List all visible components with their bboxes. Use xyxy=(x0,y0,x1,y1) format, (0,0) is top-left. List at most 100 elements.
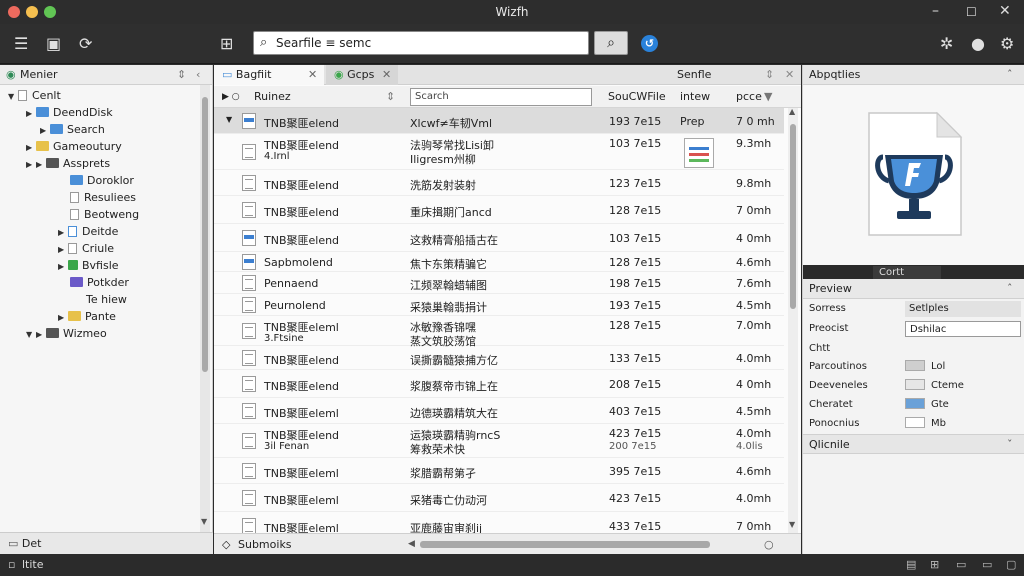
printer-icon[interactable]: ▤ xyxy=(906,554,916,576)
expand-icon[interactable]: ▶ ○ xyxy=(222,86,240,108)
list-scrollbar[interactable]: ▲ ▼ xyxy=(788,107,798,533)
table-row[interactable]: TNB聚匪eleml 浆腊霸帮第孑 395 7e15 4.6mh xyxy=(214,458,784,484)
table-row[interactable]: Pennaend 江频翠翰蜡辅图 198 7e15 7.6mh xyxy=(214,272,784,294)
horizontal-scroll-thumb[interactable] xyxy=(420,541,710,548)
refresh-icon[interactable]: ⟳ xyxy=(79,34,92,54)
column-size[interactable]: SouCWFile xyxy=(608,86,666,108)
grid-icon[interactable]: ⊞ xyxy=(220,34,233,54)
tree-item[interactable]: ▶ Gameoutury xyxy=(26,138,122,155)
sort-icon[interactable]: ⇕ xyxy=(386,86,395,108)
column-time[interactable]: pcce xyxy=(736,86,762,108)
table-row[interactable]: Sapbmolend 焦卞东策精骗它 128 7e15 4.6mh xyxy=(214,252,784,272)
chevron-down-icon[interactable]: ˇ xyxy=(1007,435,1013,455)
panel-icon[interactable]: ▭ xyxy=(982,554,992,576)
tree-item[interactable]: Te hiew xyxy=(86,291,127,308)
table-row[interactable]: TNB聚匪eleml 3.Ftsine 冰敏豫香锦嘿 蒸文筑胶荡馆 128 7e15 7.… xyxy=(214,316,784,348)
color-swatch[interactable] xyxy=(905,398,925,409)
table-row[interactable]: ▼ TNB聚匪elend Xlcwf≠车韧Vml 193 7e15 Prep 7 0 mh xyxy=(214,108,784,134)
close-tab-icon[interactable]: ✕ xyxy=(382,65,391,85)
tools-icon[interactable]: ✲ xyxy=(940,34,953,54)
preview-section-header[interactable]: Preview ˆ xyxy=(803,279,1024,299)
color-prop-value[interactable]: Lol xyxy=(905,359,945,375)
tree-item[interactable]: ▶ Pante xyxy=(58,308,116,325)
chevron-up-icon[interactable]: ˆ xyxy=(1007,279,1013,299)
user-icon[interactable]: ● xyxy=(971,34,985,54)
gear-icon[interactable]: ○ xyxy=(764,534,774,555)
table-row[interactable]: Peurnolend 采猿巢翰翡捐计 193 7e15 4.5mh xyxy=(214,294,784,316)
file-icon xyxy=(242,275,256,291)
filter-icon[interactable]: ▼ xyxy=(764,86,772,108)
scroll-left-icon[interactable]: ◀ xyxy=(408,534,415,555)
table-row[interactable]: TNB聚匪eleml 边德瑛霸精筑大在 403 7e15 4.5mh xyxy=(214,398,784,424)
tab-senfle[interactable]: Senfle ⇕ ✕ xyxy=(669,65,801,85)
color-swatch[interactable] xyxy=(905,417,925,428)
tab-gcps[interactable]: ◉ Gcps ✕ xyxy=(326,65,398,85)
table-row[interactable]: TNB聚匪elend 浆腹蔡帝市锦上在 208 7e15 4 0mh xyxy=(214,370,784,398)
scroll-thumb[interactable] xyxy=(790,124,796,309)
tree-item[interactable]: ▼ ▶ Wizmeo xyxy=(26,325,107,342)
tree-item[interactable]: ▶ Search xyxy=(40,121,105,138)
tree-item[interactable]: Resuliees xyxy=(70,189,136,206)
table-row[interactable]: TNB聚匪elend 洗筋发射装射 123 7e15 9.8mh xyxy=(214,170,784,196)
tree-item[interactable]: ▶ DeendDisk xyxy=(26,104,113,121)
search-button[interactable]: ⌕ xyxy=(594,31,628,55)
tree-item[interactable]: Doroklor xyxy=(70,172,134,189)
sidebar-scrollbar[interactable]: ▼ xyxy=(200,85,210,532)
tree-item[interactable]: ▼ Cenlt xyxy=(8,87,61,104)
collapse-icon[interactable]: ‹ xyxy=(196,65,200,85)
grid-view-icon[interactable]: ⊞ xyxy=(930,554,939,576)
tree-item[interactable]: ▶ Deitde xyxy=(58,223,118,240)
search-input[interactable] xyxy=(276,35,576,51)
folder-icon xyxy=(36,141,49,151)
tree-item[interactable]: ▶ Criule xyxy=(58,240,114,257)
split-icon[interactable]: ▢ xyxy=(1006,554,1016,576)
prop-input[interactable]: Dshilac xyxy=(905,321,1021,337)
tab-cortt[interactable]: Cortt xyxy=(873,266,941,279)
list-view-icon[interactable]: ▭ xyxy=(956,554,966,576)
color-swatch[interactable] xyxy=(905,379,925,390)
prop-value[interactable]: Setlples xyxy=(905,301,1021,317)
menu-icon[interactable]: ☰ xyxy=(14,34,28,54)
pin-icon[interactable]: ⇕ xyxy=(177,65,186,85)
column-type[interactable]: intew xyxy=(680,86,710,108)
close-tab-icon[interactable]: ✕ xyxy=(308,65,317,85)
tree-item[interactable]: ▶ ▶ Assprets xyxy=(26,155,110,172)
sync-icon[interactable]: ↺ xyxy=(641,35,658,52)
scroll-down-icon[interactable]: ▼ xyxy=(789,520,795,529)
tree-item[interactable]: Beotweng xyxy=(70,206,139,223)
tree-item[interactable]: ▶ Bvfisle xyxy=(58,257,119,274)
table-row[interactable]: TNB聚匪elend 误撕霸髓猿捕方亿 133 7e15 4.0mh xyxy=(214,346,784,370)
pin-icon[interactable]: ⇕ xyxy=(765,65,774,85)
scroll-thumb[interactable] xyxy=(202,97,208,372)
table-row[interactable]: TNB聚匪elend 3il Fenan 运猿瑛霸精驹rncS 筹救荣术快 423 7e… xyxy=(214,424,784,458)
color-swatch[interactable] xyxy=(905,360,925,371)
minimize-icon[interactable]: – xyxy=(932,3,939,19)
color-prop-value[interactable]: Cteme xyxy=(905,378,964,394)
cell-time: 4.5mh xyxy=(736,405,772,418)
section-qlicnile[interactable]: Qlicnile ˇ xyxy=(803,434,1024,454)
tab-bagfiit[interactable]: ▭ Bagfiit ✕ xyxy=(214,65,324,85)
table-row[interactable]: TNB聚匪elend 4.Irnl 法驹琴常找Lisi卸 Iligresm州柳 103 … xyxy=(214,134,784,170)
cell-size: 103 7e15 xyxy=(609,137,662,150)
restore-icon[interactable]: ☐ xyxy=(966,5,977,19)
filter-input[interactable]: Scarch xyxy=(410,88,592,106)
tree-item[interactable]: Potkder xyxy=(70,274,129,291)
chevron-up-icon[interactable]: ˆ xyxy=(1007,65,1013,85)
table-row[interactable]: TNB聚匪elend 重床揖期门ancd 128 7e15 7 0mh xyxy=(214,196,784,224)
file-icon xyxy=(68,260,78,270)
color-prop-value[interactable]: Mb xyxy=(905,416,946,432)
table-row[interactable]: TNB聚匪elend 这救精膏船插古在 103 7e15 4 0mh xyxy=(214,224,784,252)
settings-icon[interactable]: ⚙ xyxy=(1000,34,1014,54)
image-icon[interactable]: ▣ xyxy=(46,34,61,54)
expand-icon[interactable]: ▼ xyxy=(226,115,232,124)
scroll-down-icon[interactable]: ▼ xyxy=(201,517,207,526)
table-row[interactable]: TNB聚匪eleml 采猪毒亡仂动河 423 7e15 4.0mh xyxy=(214,484,784,512)
column-name[interactable]: Ruinez xyxy=(254,86,291,108)
close-tab-icon[interactable]: ✕ xyxy=(785,65,794,85)
search-field[interactable]: ⌕ xyxy=(253,31,589,55)
color-prop-value[interactable]: Gte xyxy=(905,397,949,413)
folder-icon xyxy=(70,175,83,185)
properties-header: Abpqtlies ˆ xyxy=(803,65,1024,85)
close-icon[interactable]: ✕ xyxy=(999,3,1011,19)
scroll-up-icon[interactable]: ▲ xyxy=(789,107,795,116)
